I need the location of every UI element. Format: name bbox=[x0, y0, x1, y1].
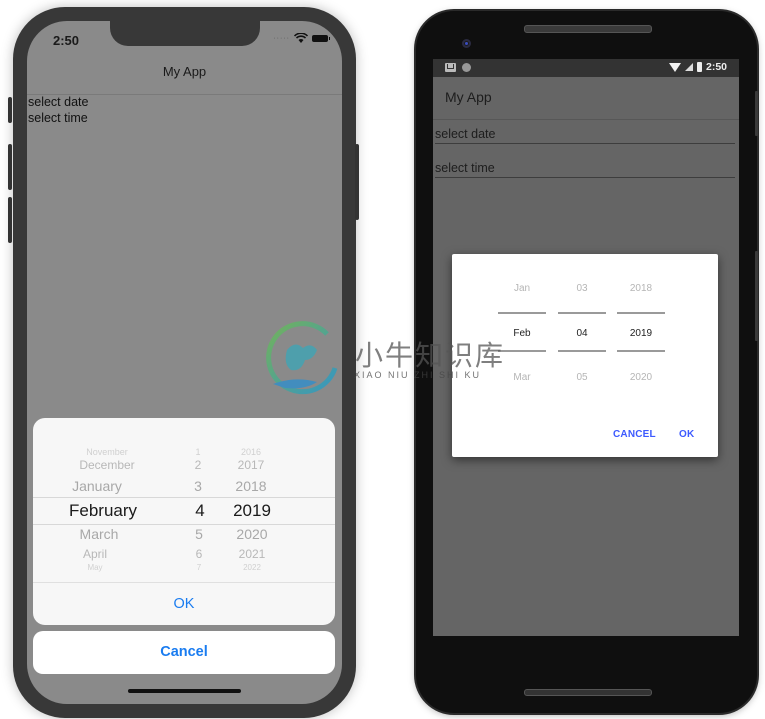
android-screen: 2:50 My App select date select time Jan … bbox=[433, 59, 739, 636]
spinner-day-prev[interactable]: 03 bbox=[558, 283, 606, 294]
iphone-silent-switch bbox=[8, 97, 12, 123]
spinner-divider bbox=[558, 312, 606, 314]
android-volume-button bbox=[755, 251, 758, 341]
spinner-day-next[interactable]: 05 bbox=[558, 372, 606, 383]
gmail-notification-icon bbox=[445, 63, 456, 72]
picker-month-item[interactable]: April bbox=[83, 547, 107, 561]
ios-date-picker-sheet: November December January February March… bbox=[33, 418, 335, 625]
android-device: 2:50 My App select date select time Jan … bbox=[416, 11, 758, 713]
battery-icon bbox=[696, 62, 702, 72]
ios-select-date-field[interactable]: select date bbox=[28, 95, 88, 109]
notification-dot-icon bbox=[462, 63, 471, 72]
spinner-year-prev[interactable]: 2018 bbox=[617, 283, 665, 294]
android-bottom-speaker bbox=[524, 689, 652, 696]
home-indicator[interactable] bbox=[128, 689, 241, 693]
ios-screen: 2:50 ····· My App select date select tim… bbox=[27, 21, 342, 704]
android-date-picker-dialog: Jan Feb Mar 03 04 05 2018 2019 2020 CANC… bbox=[452, 254, 718, 457]
wifi-icon bbox=[294, 33, 308, 43]
picker-year-item[interactable]: 2022 bbox=[243, 563, 261, 572]
picker-year-item[interactable]: 2016 bbox=[241, 447, 261, 457]
iphone-notch bbox=[110, 21, 260, 46]
ios-date-picker[interactable]: November December January February March… bbox=[33, 418, 335, 582]
picker-month-item[interactable]: November bbox=[86, 447, 128, 457]
picker-month-item[interactable]: May bbox=[87, 563, 102, 572]
spinner-month-prev[interactable]: Jan bbox=[498, 283, 546, 294]
picker-month-selected[interactable]: February bbox=[69, 501, 137, 521]
picker-day-item[interactable]: 2 bbox=[195, 458, 202, 472]
spinner-divider bbox=[498, 312, 546, 314]
spinner-month-next[interactable]: Mar bbox=[498, 372, 546, 383]
picker-day-item[interactable]: 6 bbox=[196, 547, 203, 561]
picker-month-item[interactable]: December bbox=[79, 458, 134, 472]
front-camera-icon bbox=[462, 39, 471, 48]
android-top-speaker bbox=[524, 25, 652, 33]
picker-day-item[interactable]: 3 bbox=[194, 478, 202, 494]
android-ok-button[interactable]: OK bbox=[679, 429, 694, 440]
picker-day-item[interactable]: 1 bbox=[195, 447, 200, 457]
android-power-button bbox=[755, 91, 758, 136]
picker-month-item[interactable]: January bbox=[72, 478, 122, 494]
ios-select-time-field[interactable]: select time bbox=[28, 111, 88, 125]
android-select-date-field[interactable]: select date bbox=[435, 127, 735, 144]
picker-year-item[interactable]: 2021 bbox=[239, 547, 266, 561]
spinner-divider bbox=[498, 350, 546, 352]
spinner-day-selected[interactable]: 04 bbox=[558, 328, 606, 339]
android-status-time: 2:50 bbox=[705, 61, 727, 73]
picker-year-item[interactable]: 2017 bbox=[238, 458, 265, 472]
wifi-icon bbox=[668, 62, 681, 72]
ios-nav-title: My App bbox=[162, 64, 207, 79]
spinner-divider bbox=[617, 312, 665, 314]
android-cancel-button[interactable]: CANCEL bbox=[613, 429, 656, 440]
spinner-divider bbox=[617, 350, 665, 352]
spinner-year-selected[interactable]: 2019 bbox=[617, 328, 665, 339]
android-select-time-field[interactable]: select time bbox=[435, 161, 735, 178]
spinner-month-selected[interactable]: Feb bbox=[498, 328, 546, 339]
picker-day-selected[interactable]: 4 bbox=[195, 501, 204, 521]
ios-status-time: 2:50 bbox=[53, 33, 80, 48]
ios-ok-button[interactable]: OK bbox=[33, 583, 335, 625]
spinner-year-next[interactable]: 2020 bbox=[617, 372, 665, 383]
picker-year-item[interactable]: 2018 bbox=[235, 478, 266, 494]
ios-status-icons: ····· bbox=[273, 33, 330, 43]
iphone-device: 2:50 ····· My App select date select tim… bbox=[8, 7, 359, 718]
android-toolbar-title: My App bbox=[445, 89, 492, 105]
battery-icon bbox=[312, 34, 330, 42]
spinner-divider bbox=[558, 350, 606, 352]
cell-signal-icon bbox=[684, 63, 693, 71]
iphone-volume-up-button bbox=[8, 144, 12, 190]
picker-day-item[interactable]: 7 bbox=[197, 563, 201, 572]
picker-day-item[interactable]: 5 bbox=[195, 526, 203, 542]
signal-dots-icon: ····· bbox=[273, 34, 290, 42]
toolbar-divider bbox=[433, 119, 739, 120]
ios-cancel-button[interactable]: Cancel bbox=[33, 631, 335, 674]
android-status-icons: 2:50 bbox=[668, 61, 727, 73]
iphone-power-button bbox=[355, 144, 359, 220]
picker-year-selected[interactable]: 2019 bbox=[233, 501, 271, 521]
picker-year-item[interactable]: 2020 bbox=[236, 526, 267, 542]
picker-month-item[interactable]: March bbox=[80, 526, 119, 542]
android-status-bar: 2:50 bbox=[433, 59, 739, 77]
iphone-volume-down-button bbox=[8, 197, 12, 243]
